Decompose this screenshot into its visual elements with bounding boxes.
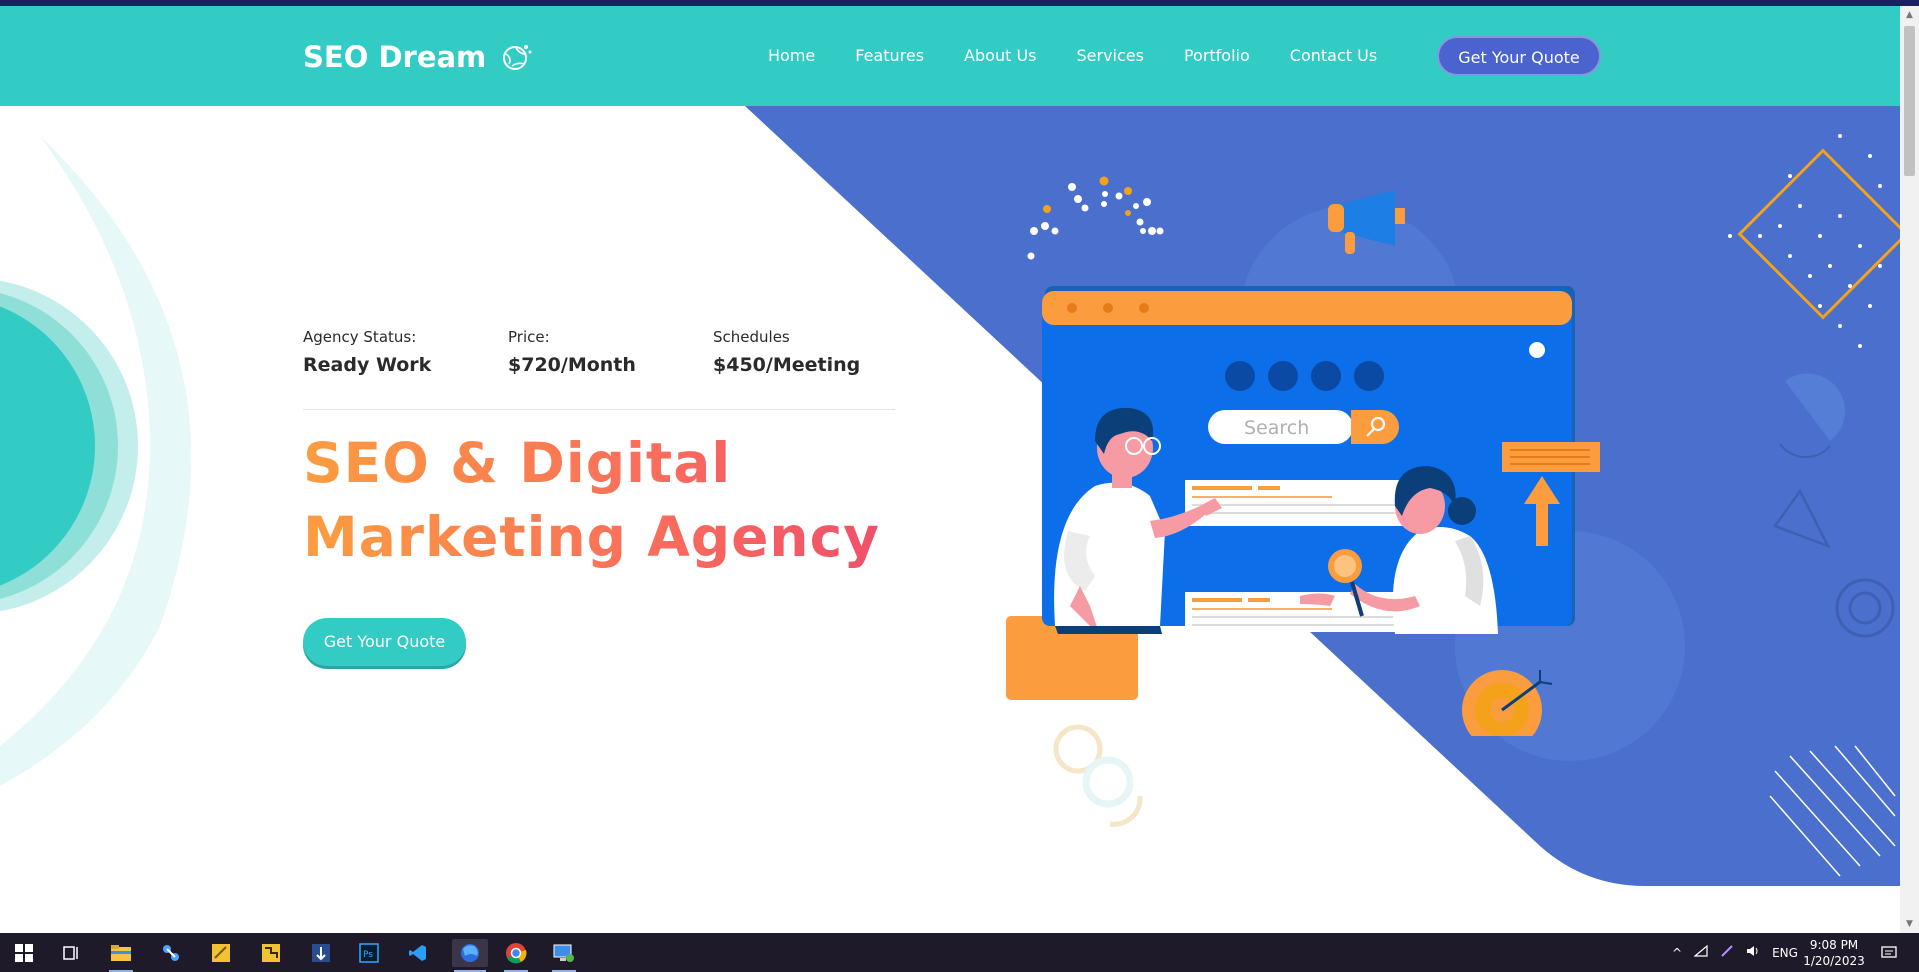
pen-icon[interactable] <box>1720 944 1734 961</box>
hero-get-quote-button[interactable]: Get Your Quote <box>303 618 466 666</box>
main-nav: Home Features About Us Services Portfoli… <box>768 46 1377 65</box>
network-icon[interactable] <box>1693 944 1708 960</box>
chevron-up-icon[interactable]: ^ <box>1672 946 1682 960</box>
svg-text:Ps: Ps <box>363 950 373 960</box>
hero-section: Agency Status: Ready Work Price: $720/Mo… <box>0 106 1900 886</box>
browser-title-bar <box>1042 291 1572 325</box>
system-clock[interactable]: 9:08 PM 1/20/2023 <box>1802 937 1866 969</box>
stat-schedules: Schedules $450/Meeting <box>713 328 918 376</box>
nav-contact-us[interactable]: Contact Us <box>1290 46 1377 65</box>
seo-illustration: Search <box>1006 176 1600 736</box>
hero-headline: SEO & Digital Marketing Agency <box>303 426 880 574</box>
tool-app-icon[interactable] <box>257 939 285 967</box>
clock-time: 9:08 PM <box>1809 938 1859 952</box>
vscode-icon[interactable] <box>404 939 432 967</box>
headline-line-2: Marketing Agency <box>303 505 881 569</box>
git-app-icon[interactable] <box>307 939 335 967</box>
remote-desktop-icon[interactable] <box>550 939 578 972</box>
stat-value: $720/Month <box>508 354 636 376</box>
stat-label: Price: <box>508 328 550 346</box>
brand-name: SEO Dream <box>303 40 487 74</box>
nav-about-us[interactable]: About Us <box>964 46 1036 65</box>
stat-label: Agency Status: <box>303 328 417 346</box>
confetti-dots <box>1027 176 1164 260</box>
nav-home[interactable]: Home <box>768 46 815 65</box>
windows-start-icon[interactable] <box>10 939 38 967</box>
speaker-icon[interactable] <box>1746 945 1760 960</box>
headline-line-1: SEO & Digital <box>303 431 732 495</box>
stat-value: Ready Work <box>303 354 432 376</box>
photoshop-icon[interactable]: Ps <box>355 939 383 967</box>
system-tray: ^ ENG <box>1672 933 1798 972</box>
stat-price: Price: $720/Month <box>508 328 713 376</box>
scroll-down-arrow-icon[interactable]: ▼ <box>1904 919 1915 929</box>
hero-background <box>0 106 1900 886</box>
stat-label: Schedules <box>713 328 790 346</box>
site-header: SEO Dream Home Features About Us Service… <box>0 6 1900 106</box>
page-scrollbar[interactable]: ▲ ▼ <box>1900 6 1919 933</box>
notification-center-icon[interactable] <box>1881 933 1897 972</box>
site-logo[interactable]: SEO Dream <box>303 40 532 74</box>
header-get-quote-button[interactable]: Get Your Quote <box>1437 36 1601 76</box>
stats-divider <box>303 409 895 410</box>
agency-stats: Agency Status: Ready Work Price: $720/Mo… <box>303 328 918 376</box>
nav-portfolio[interactable]: Portfolio <box>1184 46 1250 65</box>
stat-value: $450/Meeting <box>713 354 861 376</box>
app-icon[interactable] <box>157 939 185 967</box>
scroll-up-arrow-icon[interactable]: ▲ <box>1904 10 1915 20</box>
language-indicator[interactable]: ENG <box>1772 946 1798 960</box>
file-explorer-icon[interactable] <box>107 939 135 972</box>
chrome-icon[interactable] <box>502 939 530 972</box>
scroll-thumb[interactable] <box>1904 26 1915 176</box>
clock-date: 1/20/2023 <box>1803 954 1865 968</box>
task-view-icon[interactable] <box>57 939 85 967</box>
nav-services[interactable]: Services <box>1076 46 1143 65</box>
sticky-app-icon[interactable] <box>207 939 235 967</box>
megaphone-icon <box>1328 190 1405 254</box>
nav-features[interactable]: Features <box>855 46 924 65</box>
firefox-icon[interactable] <box>452 939 488 972</box>
globe-logo-icon <box>500 42 532 72</box>
windows-taskbar: Ps ^ ENG 9:08 PM 1/20/2023 <box>0 933 1919 972</box>
target-icon <box>1462 670 1553 736</box>
search-placeholder: Search <box>1244 417 1309 439</box>
stat-agency-status: Agency Status: Ready Work <box>303 328 508 376</box>
